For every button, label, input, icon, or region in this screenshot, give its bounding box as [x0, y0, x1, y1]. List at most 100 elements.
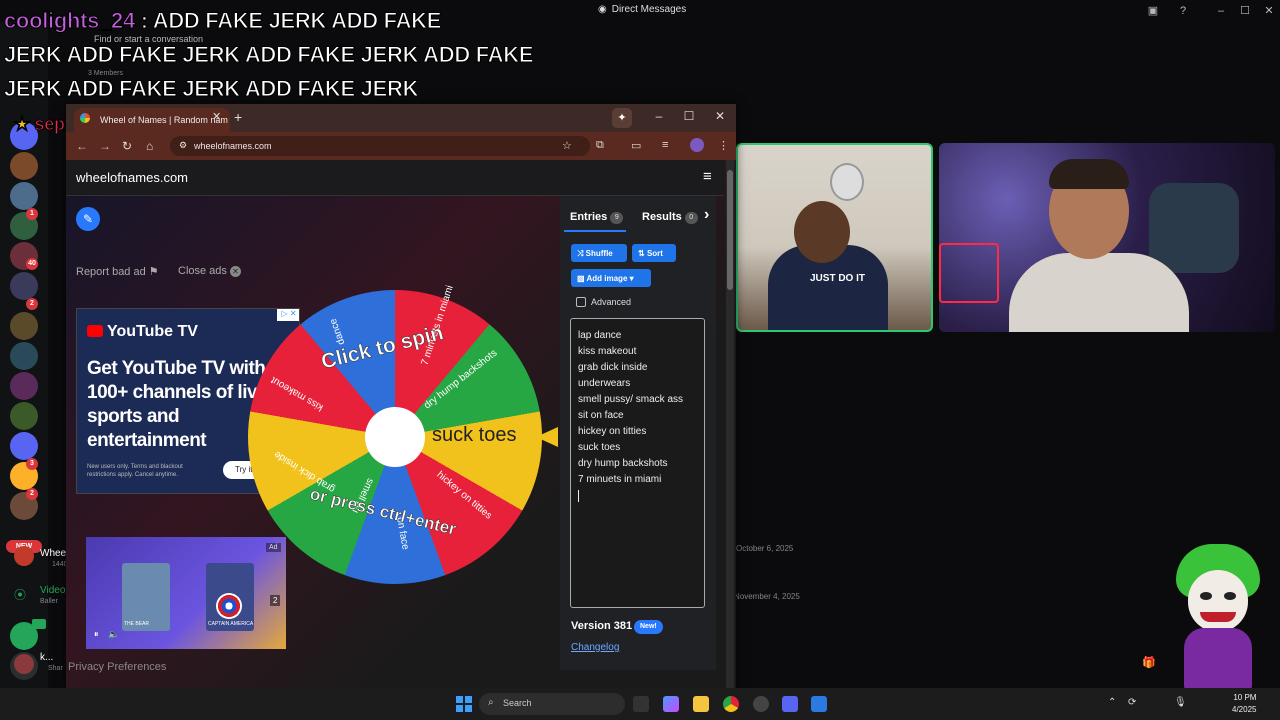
- privacy-preferences-link[interactable]: Privacy Preferences: [68, 661, 166, 673]
- help-icon[interactable]: ?: [1175, 3, 1191, 19]
- clock-date: 4/2025: [1232, 705, 1257, 714]
- joker-sticker: [1170, 540, 1266, 690]
- hide-panel-icon[interactable]: ›: [704, 206, 709, 224]
- tab-results[interactable]: Results 0: [642, 211, 698, 224]
- maximize-icon[interactable]: ☐: [1237, 3, 1253, 19]
- wheel-pointer-icon: [536, 427, 558, 447]
- server-icon[interactable]: [10, 342, 38, 370]
- clock-time: 10 PM: [1233, 693, 1257, 702]
- server-icon[interactable]: [10, 432, 38, 460]
- profile-avatar[interactable]: [690, 138, 704, 152]
- reload-icon[interactable]: ↻: [122, 139, 132, 153]
- sync-icon[interactable]: ⟳: [1128, 697, 1136, 708]
- advanced-checkbox[interactable]: [576, 297, 586, 307]
- windows-start-icon[interactable]: [456, 696, 472, 712]
- server-icon[interactable]: [10, 152, 38, 180]
- chrome-icon[interactable]: [723, 696, 739, 712]
- joker-eye: [1224, 592, 1236, 600]
- menu-icon[interactable]: ⋮: [718, 139, 729, 152]
- app-icon[interactable]: [811, 696, 827, 712]
- entries-textarea[interactable]: lap dance kiss makeout grab dick inside …: [570, 318, 705, 608]
- sort-button[interactable]: ⇅ Sort: [632, 244, 676, 262]
- scrollbar-thumb[interactable]: [727, 170, 733, 290]
- site-info-icon[interactable]: ⚙: [179, 140, 187, 151]
- entry-line: suck toes: [578, 442, 621, 453]
- entry-line: grab dick inside: [578, 362, 648, 373]
- chevron-down-icon: ▾: [629, 274, 634, 283]
- system-clock[interactable]: 10 PM 4/2025: [1232, 692, 1256, 716]
- video-tile-speaking[interactable]: JUST DO IT: [736, 143, 933, 332]
- ad-counter: 2: [270, 595, 281, 606]
- close-ads-link[interactable]: Close ads ✕: [178, 265, 241, 277]
- overlay-chat-line: JERK ADD FAKE JERK ADD FAKE JERK ADD FAK…: [3, 42, 534, 68]
- pause-icon[interactable]: ⏸: [94, 629, 99, 640]
- file-explorer-icon[interactable]: [693, 696, 709, 712]
- flag-icon: ⚑: [148, 266, 159, 278]
- server-icon[interactable]: [10, 272, 38, 300]
- server-icon[interactable]: [10, 402, 38, 430]
- maximize-icon[interactable]: ☐: [679, 109, 699, 123]
- add-image-button[interactable]: ▨ Add image ▾: [571, 269, 651, 287]
- browser-toolbar: ← → ↻ ⌂ ⚙ wheelofnames.com ☆ ⧉ ▭ ≡ ⋮: [66, 132, 736, 160]
- changelog-link[interactable]: Changelog: [571, 642, 619, 653]
- dm-item-name[interactable]: Video: [40, 585, 65, 596]
- server-icon[interactable]: [10, 312, 38, 340]
- minimize-icon[interactable]: –: [1213, 3, 1229, 19]
- server-icon[interactable]: [10, 182, 38, 210]
- extensions-icon[interactable]: ⧉: [596, 139, 604, 152]
- notification-badge: 40: [26, 258, 38, 270]
- youtube-tv-logo: YouTube TV: [87, 323, 198, 341]
- taskbar-search[interactable]: ⌕ Search: [479, 693, 625, 715]
- cast-icon[interactable]: ▭: [631, 139, 641, 152]
- tab-entries[interactable]: Entries 9: [570, 211, 624, 224]
- pencil-icon[interactable]: ✎: [76, 207, 100, 231]
- browser-tab[interactable]: Wheel of Names | Random nam: [74, 108, 230, 132]
- forward-icon[interactable]: →: [99, 139, 111, 153]
- address-bar[interactable]: ⚙ wheelofnames.com: [170, 136, 590, 156]
- tab-search-icon[interactable]: ≡: [662, 139, 668, 151]
- voice-connected-icon: ⦿: [14, 588, 27, 602]
- chevron-up-icon[interactable]: ⌃: [1108, 697, 1116, 708]
- avatar: [14, 654, 34, 674]
- close-icon[interactable]: ✕: [710, 109, 730, 123]
- report-ad-link[interactable]: Report bad ad ⚑: [76, 265, 159, 278]
- hamburger-menu-icon[interactable]: ≡: [703, 168, 712, 185]
- shield-icon: [216, 593, 242, 619]
- home-icon[interactable]: ⌂: [146, 139, 153, 153]
- video-tile[interactable]: [939, 143, 1275, 332]
- wheel-hub[interactable]: [365, 407, 425, 467]
- entry-line: underwears: [578, 378, 631, 389]
- sparkle-icon[interactable]: ✦: [612, 108, 632, 128]
- spin-wheel[interactable]: 7 minuets in miami dry hump backshots hi…: [248, 284, 558, 584]
- gift-icon[interactable]: 🎁: [1142, 656, 1156, 669]
- dm-item-sub: Baller: [40, 598, 58, 605]
- back-icon[interactable]: ←: [76, 139, 88, 153]
- person-hair: [1049, 159, 1129, 189]
- joker-eye: [1200, 592, 1212, 600]
- poster-image: THE BEAR: [122, 563, 170, 631]
- dm-item-name[interactable]: Whee: [40, 548, 66, 559]
- entry-line: sit on face: [578, 410, 624, 421]
- minimize-icon[interactable]: –: [649, 109, 669, 123]
- dm-item-name[interactable]: k...: [40, 652, 53, 663]
- new-badge: New!: [634, 620, 663, 634]
- server-icon[interactable]: [10, 372, 38, 400]
- obs-icon[interactable]: [753, 696, 769, 712]
- page-scrollbar[interactable]: [726, 160, 734, 688]
- entry-line: dry hump backshots: [578, 458, 668, 469]
- bookmark-star-icon[interactable]: ☆: [562, 139, 572, 152]
- shuffle-icon: ⤨: [577, 249, 584, 258]
- close-tab-icon[interactable]: ✕: [212, 110, 221, 123]
- new-tab-icon[interactable]: +: [234, 109, 242, 125]
- close-icon[interactable]: ✕: [1261, 3, 1277, 19]
- inbox-icon[interactable]: ▣: [1145, 3, 1161, 19]
- results-count-badge: 0: [684, 212, 698, 224]
- site-title[interactable]: wheelofnames.com: [76, 170, 188, 185]
- shuffle-button[interactable]: ⤨ Shuffle: [571, 244, 627, 262]
- camera-icon[interactable]: [32, 619, 46, 629]
- microphone-icon[interactable]: 🎙: [1174, 697, 1187, 708]
- discord-icon[interactable]: [782, 696, 798, 712]
- task-view-icon[interactable]: [633, 696, 649, 712]
- copilot-icon[interactable]: [663, 696, 679, 712]
- volume-icon[interactable]: 🔈: [108, 629, 119, 640]
